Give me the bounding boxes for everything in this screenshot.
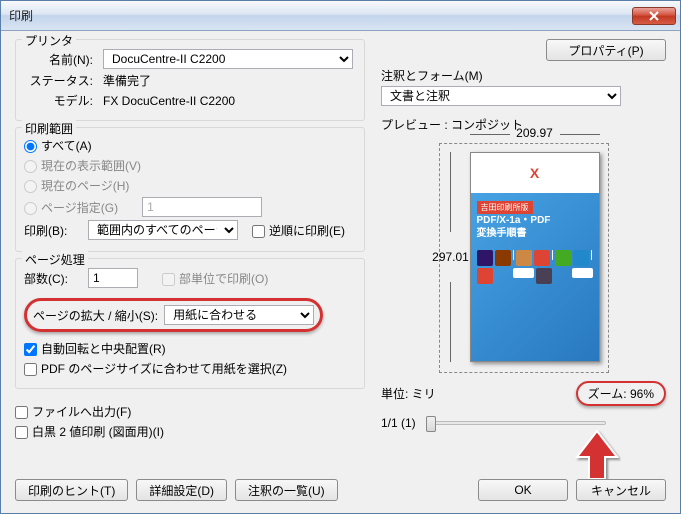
copies-label: 部数(C): bbox=[24, 270, 84, 287]
choosepaper-check[interactable]: PDF のページサイズに合わせて用紙を選択(Z) bbox=[24, 360, 287, 377]
close-icon bbox=[649, 11, 659, 21]
close-button[interactable] bbox=[632, 7, 676, 25]
range-view[interactable]: 現在の表示範囲(V) bbox=[24, 157, 141, 174]
zoom-value: ズーム: 96% bbox=[588, 387, 654, 401]
handling-legend: ページ処理 bbox=[22, 251, 88, 268]
collate-check[interactable]: 部単位で印刷(O) bbox=[162, 270, 268, 287]
scaling-label: ページの拡大 / 縮小(S): bbox=[33, 307, 158, 324]
page-info: 1/1 (1) bbox=[381, 416, 416, 430]
advanced-button[interactable]: 詳細設定(D) bbox=[136, 479, 227, 501]
zoom-highlight: ズーム: 96% bbox=[576, 381, 666, 406]
titlebar: 印刷 bbox=[1, 1, 680, 31]
print-dialog: 印刷 プリンタ 名前(N): DocuCentre-II C2200 ステータス… bbox=[0, 0, 681, 514]
preview-width: 209.97 bbox=[516, 126, 553, 140]
range-all[interactable]: すべて(A) bbox=[24, 137, 92, 154]
summarize-button[interactable]: 注釈の一覧(U) bbox=[235, 479, 338, 501]
file-output-check[interactable]: ファイルへ出力(F) bbox=[15, 403, 131, 420]
hint-button[interactable]: 印刷のヒント(T) bbox=[15, 479, 128, 501]
comments-label: 注釈とフォーム(M) bbox=[381, 67, 666, 84]
name-label: 名前(N): bbox=[24, 51, 99, 68]
subset-label: 印刷(B): bbox=[24, 222, 84, 239]
range-group: 印刷範囲 すべて(A) 現在の表示範囲(V) 現在のページ(H) ページ指定(G… bbox=[15, 127, 365, 252]
window-title: 印刷 bbox=[5, 7, 632, 24]
comments-select[interactable]: 文書と注釈 bbox=[381, 86, 621, 106]
subset-select[interactable]: 範囲内のすべてのページ bbox=[88, 220, 238, 240]
reverse-check[interactable]: 逆順に印刷(E) bbox=[252, 222, 345, 239]
status-value: 準備完了 bbox=[103, 72, 151, 89]
range-current[interactable]: 現在のページ(H) bbox=[24, 177, 129, 194]
printer-group: プリンタ 名前(N): DocuCentre-II C2200 ステータス: 準… bbox=[15, 39, 365, 121]
model-label: モデル: bbox=[24, 92, 99, 109]
scaling-select[interactable]: 用紙に合わせる bbox=[164, 305, 314, 325]
ok-button[interactable]: OK bbox=[478, 479, 568, 501]
preview-box: 209.97 297.01 X 吉田印刷所版 PDF/X-1a・PDF 変換手順… bbox=[439, 143, 609, 373]
status-label: ステータス: bbox=[24, 72, 99, 89]
preview-height: 297.01 bbox=[432, 250, 469, 264]
printer-legend: プリンタ bbox=[22, 32, 76, 49]
properties-button[interactable]: プロパティ(P) bbox=[546, 39, 666, 61]
preview-app-icons bbox=[477, 250, 593, 284]
copies-input[interactable] bbox=[88, 268, 138, 288]
autorotate-check[interactable]: 自動回転と中央配置(R) bbox=[24, 340, 166, 357]
range-pages[interactable]: ページ指定(G) bbox=[24, 199, 118, 216]
pages-input[interactable] bbox=[142, 197, 262, 217]
preview-page: X 吉田印刷所版 PDF/X-1a・PDF 変換手順書 bbox=[470, 152, 600, 362]
range-legend: 印刷範囲 bbox=[22, 120, 76, 137]
cancel-button[interactable]: キャンセル bbox=[576, 479, 666, 501]
bw-check[interactable]: 白黒 2 値印刷 (図面用)(I) bbox=[15, 423, 164, 440]
scaling-highlight: ページの拡大 / 縮小(S): 用紙に合わせる bbox=[24, 298, 323, 332]
printer-name-select[interactable]: DocuCentre-II C2200 bbox=[103, 49, 353, 69]
model-value: FX DocuCentre-II C2200 bbox=[103, 94, 235, 108]
units-label: 単位: ミリ bbox=[381, 385, 436, 402]
handling-group: ページ処理 部数(C): 部単位で印刷(O) ページの拡大 / 縮小(S): 用… bbox=[15, 258, 365, 389]
logo-icon: X bbox=[530, 165, 539, 181]
